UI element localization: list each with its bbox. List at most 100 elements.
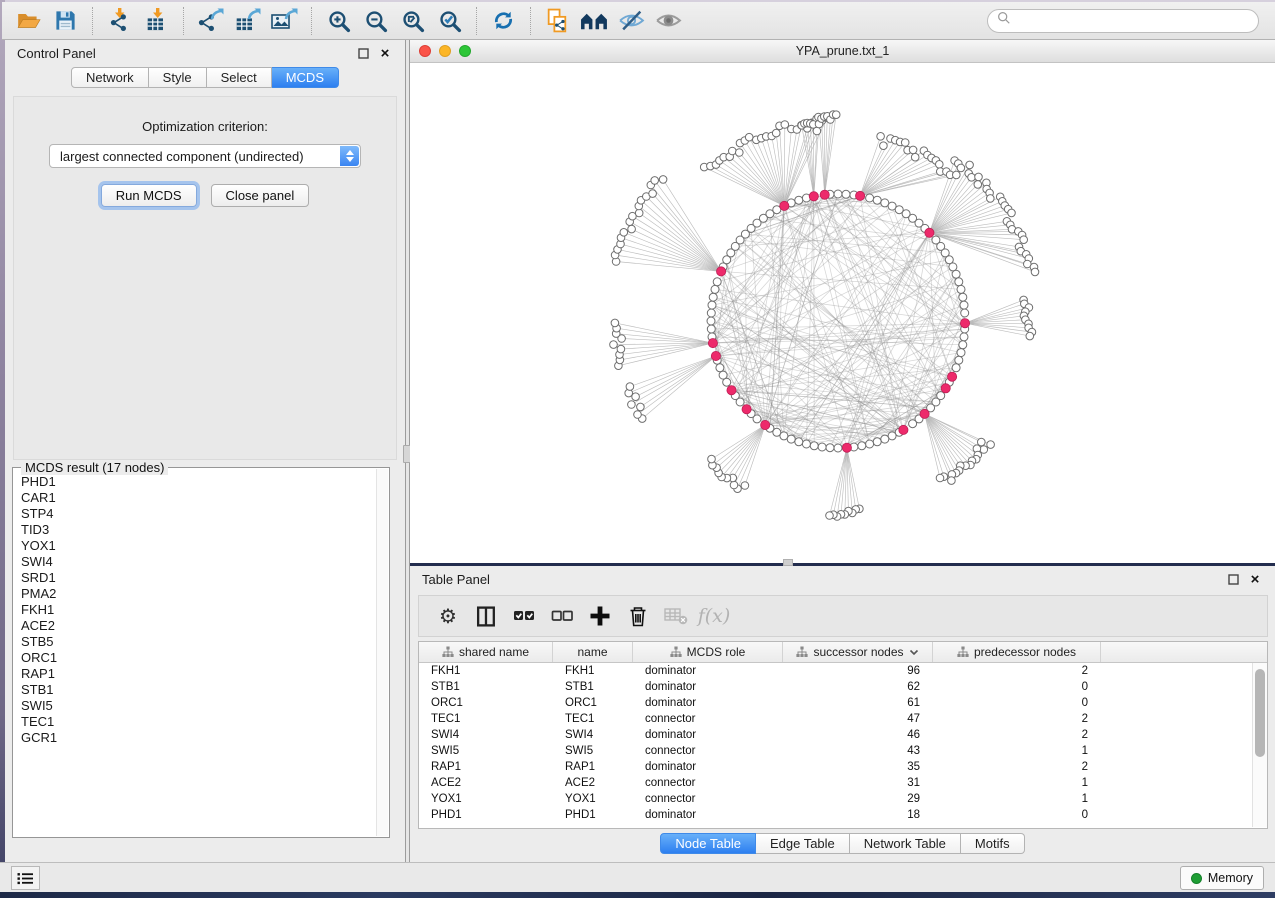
mcds-result-item[interactable]: CAR1 xyxy=(14,490,376,506)
network-leaf-node[interactable] xyxy=(909,146,917,154)
network-leaf-node[interactable] xyxy=(628,225,636,233)
network-node[interactable] xyxy=(957,349,965,357)
column-header-shared-name[interactable]: shared name xyxy=(419,642,553,662)
mcds-dominator-node[interactable] xyxy=(711,351,720,360)
network-node[interactable] xyxy=(818,443,826,451)
network-leaf-node[interactable] xyxy=(620,229,628,237)
network-node[interactable] xyxy=(952,364,960,372)
network-leaf-node[interactable] xyxy=(966,161,974,169)
import-table-icon[interactable] xyxy=(138,5,175,37)
mcds-dominator-node[interactable] xyxy=(920,409,929,418)
hide-selected-icon[interactable] xyxy=(613,5,650,37)
network-leaf-node[interactable] xyxy=(617,345,625,353)
mcds-dominator-node[interactable] xyxy=(899,425,908,434)
mcds-dominator-node[interactable] xyxy=(761,420,770,429)
table-row[interactable]: YOX1YOX1connector291 xyxy=(419,791,1251,807)
mcds-dominator-node[interactable] xyxy=(727,386,736,395)
network-leaf-node[interactable] xyxy=(813,127,821,135)
zoom-fit-icon[interactable] xyxy=(394,5,431,37)
table-row[interactable]: STB1STB1dominator620 xyxy=(419,679,1251,695)
table-row[interactable]: SWI5SWI5connector431 xyxy=(419,743,1251,759)
network-node[interactable] xyxy=(802,440,810,448)
mcds-dominator-node[interactable] xyxy=(960,319,969,328)
close-table-panel-icon[interactable]: × xyxy=(1247,572,1263,588)
mcds-dominator-node[interactable] xyxy=(708,339,717,348)
table-row[interactable]: TEC1TEC1connector472 xyxy=(419,711,1251,727)
network-node[interactable] xyxy=(834,190,842,198)
mcds-result-item[interactable]: STP4 xyxy=(14,506,376,522)
network-leaf-node[interactable] xyxy=(1020,236,1028,244)
network-leaf-node[interactable] xyxy=(948,477,956,485)
memory-button[interactable]: Memory xyxy=(1180,866,1264,890)
network-leaf-node[interactable] xyxy=(651,177,659,185)
network-leaf-node[interactable] xyxy=(634,411,642,419)
refresh-icon[interactable] xyxy=(485,5,522,37)
network-leaf-node[interactable] xyxy=(968,174,976,182)
tab-select[interactable]: Select xyxy=(207,67,272,88)
network-node[interactable] xyxy=(955,356,963,364)
import-network-icon[interactable] xyxy=(101,5,138,37)
mcds-result-item[interactable]: ACE2 xyxy=(14,618,376,634)
network-node[interactable] xyxy=(707,309,715,317)
mcds-result-item[interactable]: TID3 xyxy=(14,522,376,538)
table-row[interactable]: ACE2ACE2connector311 xyxy=(419,775,1251,791)
tab-network[interactable]: Network xyxy=(71,67,149,88)
network-leaf-node[interactable] xyxy=(936,474,944,482)
column-header-MCDS-role[interactable]: MCDS role xyxy=(633,642,783,662)
network-leaf-node[interactable] xyxy=(953,171,961,179)
zoom-selected-icon[interactable] xyxy=(431,5,468,37)
deselect-all-icon[interactable] xyxy=(545,600,579,632)
copy-document-icon[interactable] xyxy=(539,5,576,37)
network-leaf-node[interactable] xyxy=(826,512,834,520)
network-node[interactable] xyxy=(707,325,715,333)
mcds-result-item[interactable]: RAP1 xyxy=(14,666,376,682)
network-leaf-node[interactable] xyxy=(880,142,888,150)
float-panel-icon[interactable] xyxy=(355,46,371,62)
network-node[interactable] xyxy=(842,190,850,198)
network-node[interactable] xyxy=(881,199,889,207)
mcds-dominator-node[interactable] xyxy=(856,191,865,200)
network-node[interactable] xyxy=(719,371,727,379)
network-leaf-node[interactable] xyxy=(781,121,789,129)
network-leaf-node[interactable] xyxy=(730,481,738,489)
mcds-result-item[interactable]: PMA2 xyxy=(14,586,376,602)
mcds-dominator-node[interactable] xyxy=(842,443,851,452)
mcds-result-item[interactable]: STB5 xyxy=(14,634,376,650)
network-leaf-node[interactable] xyxy=(626,383,634,391)
tab-network-table[interactable]: Network Table xyxy=(850,833,961,854)
show-all-icon[interactable] xyxy=(650,5,687,37)
search-box[interactable] xyxy=(987,9,1259,33)
table-row[interactable]: ORC1ORC1dominator610 xyxy=(419,695,1251,711)
column-header-predecessor-nodes[interactable]: predecessor nodes xyxy=(933,642,1101,662)
network-leaf-node[interactable] xyxy=(911,153,919,161)
network-node[interactable] xyxy=(888,432,896,440)
network-leaf-node[interactable] xyxy=(980,446,988,454)
network-leaf-node[interactable] xyxy=(1008,209,1016,217)
columns-icon[interactable] xyxy=(469,600,503,632)
network-node[interactable] xyxy=(960,301,968,309)
network-leaf-node[interactable] xyxy=(936,161,944,169)
search-input[interactable] xyxy=(1016,14,1249,28)
network-leaf-node[interactable] xyxy=(635,209,643,217)
export-table-icon[interactable] xyxy=(229,5,266,37)
network-node[interactable] xyxy=(713,278,721,286)
network-leaf-node[interactable] xyxy=(736,149,744,157)
network-leaf-node[interactable] xyxy=(987,195,995,203)
network-window-titlebar[interactable]: YPA_prune.txt_1 xyxy=(410,40,1275,63)
network-node[interactable] xyxy=(795,196,803,204)
mcds-dominator-node[interactable] xyxy=(820,190,829,199)
mcds-result-item[interactable]: TEC1 xyxy=(14,714,376,730)
table-row[interactable]: RAP1RAP1dominator352 xyxy=(419,759,1251,775)
select-all-icon[interactable] xyxy=(507,600,541,632)
network-node[interactable] xyxy=(909,420,917,428)
mcds-dominator-node[interactable] xyxy=(948,372,957,381)
float-table-panel-icon[interactable] xyxy=(1225,572,1241,588)
optimization-criterion-select[interactable]: largest connected component (undirected) xyxy=(49,144,361,168)
tab-node-table[interactable]: Node Table xyxy=(660,833,756,854)
mcds-dominator-node[interactable] xyxy=(925,228,934,237)
add-icon[interactable] xyxy=(583,600,617,632)
network-node[interactable] xyxy=(866,440,874,448)
table-scrollbar-thumb[interactable] xyxy=(1255,669,1265,757)
mcds-dominator-node[interactable] xyxy=(780,201,789,210)
close-panel-button[interactable]: Close panel xyxy=(211,184,310,207)
